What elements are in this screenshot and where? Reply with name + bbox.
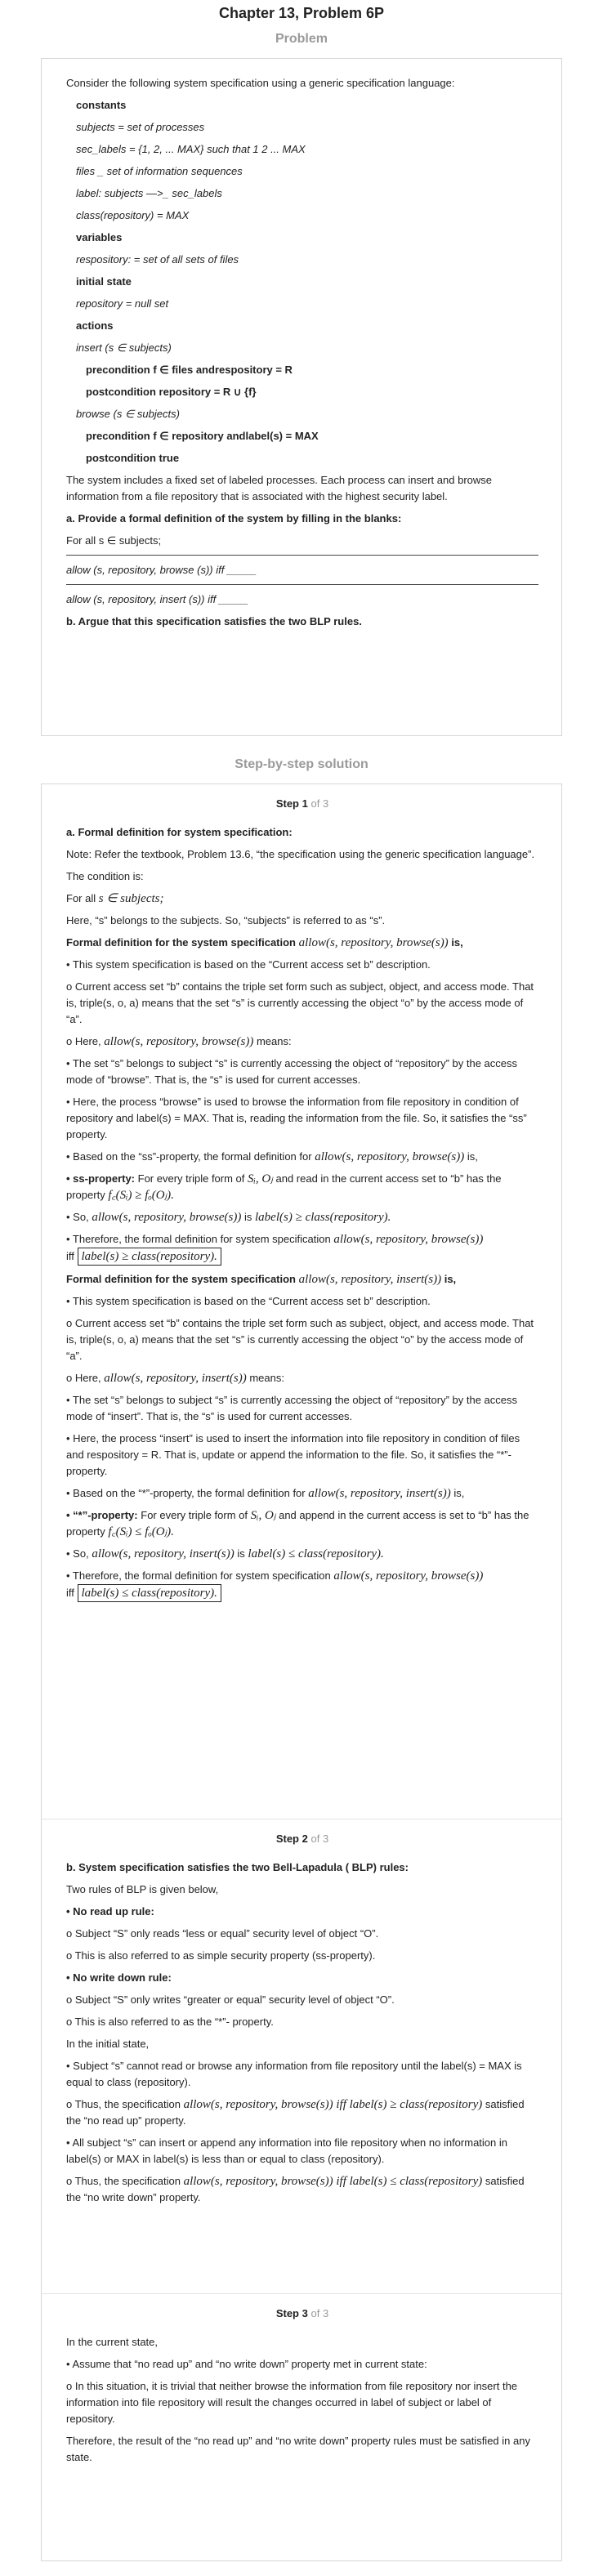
- so-insert: • So, allow(s, repository, insert(s)) is…: [66, 1547, 384, 1560]
- system-description: The system includes a fixed set of label…: [66, 474, 492, 502]
- part-a-prompt: a. Provide a formal definition of the sy…: [66, 512, 402, 525]
- insert-postcondition: postcondition repository = R ∪ {f}: [86, 386, 257, 398]
- browse-postcondition: postcondition true: [86, 452, 180, 464]
- def-browse: Formal definition for the system specifi…: [66, 936, 463, 949]
- files-line: files _ set of information sequences: [76, 165, 243, 177]
- bullet: o Current access set “b” contains the tr…: [66, 1317, 534, 1362]
- bullet: o Subject “S” only reads “less or equal”…: [66, 1927, 379, 1940]
- bullet: • Assume that “no read up” and “no write…: [66, 2358, 427, 2370]
- no-write-down: • No write down rule:: [66, 1971, 172, 1984]
- thus-write-down: o Thus, the specification allow(s, repos…: [66, 2175, 525, 2203]
- step-label: Step 2 of 3: [275, 1833, 329, 1845]
- condition: The condition is:: [66, 870, 144, 882]
- forall: For all s ∈ subjects;: [66, 892, 164, 905]
- blp-intro: Two rules of BLP is given below,: [66, 1883, 219, 1895]
- subjects-line: subjects = set of processes: [76, 121, 205, 133]
- ss-based: • Based on the “ss”-property, the formal…: [66, 1150, 478, 1163]
- forall-line: For all s ∈ subjects;: [66, 534, 162, 547]
- here-s: Here, “s” belongs to the subjects. So, “…: [66, 914, 386, 926]
- problem-panel: Consider the following system specificat…: [41, 58, 562, 736]
- current-state: In the current state,: [66, 2336, 159, 2348]
- step-2: Step 2 of 3 b. System specification sati…: [42, 1819, 561, 2293]
- note: Note: Refer the textbook, Problem 13.6, …: [66, 848, 535, 860]
- so-browse: • So, allow(s, repository, browse(s)) is…: [66, 1211, 391, 1224]
- bullet: o Subject “S” only writes “greater or eq…: [66, 1993, 395, 2006]
- step-3: Step 3 of 3 In the current state, • Assu…: [42, 2293, 561, 2560]
- thus-read-up: o Thus, the specification allow(s, repos…: [66, 2098, 525, 2127]
- divider: [66, 584, 538, 585]
- class-line: class(repository) = MAX: [76, 209, 190, 221]
- variables-label: variables: [76, 231, 123, 243]
- bullet: • The set “s” belongs to subject “s” is …: [66, 1394, 517, 1422]
- browse-line: browse (s ∈ subjects): [76, 408, 180, 420]
- divider: [66, 555, 538, 556]
- problem-intro: Consider the following system specificat…: [66, 77, 455, 89]
- step-label: Step 1 of 3: [275, 797, 329, 810]
- here-insert: o Here, allow(s, repository, insert(s)) …: [66, 1372, 284, 1385]
- bullet: • This system specification is based on …: [66, 958, 431, 971]
- insert-precondition: precondition f ∈ files andrespository = …: [86, 364, 293, 376]
- repository-line: repository = null set: [76, 297, 169, 310]
- bullet: o In this situation, it is trivial that …: [66, 2380, 518, 2425]
- step-label: Step 3 of 3: [275, 2307, 329, 2319]
- bullet: • Here, the process “browse” is used to …: [66, 1096, 527, 1141]
- def-insert: Formal definition for the system specifi…: [66, 1273, 457, 1286]
- sec-labels-line: sec_labels = {1, 2, ... MAX} such that 1…: [76, 143, 306, 155]
- star-based: • Based on the “*”-property, the formal …: [66, 1487, 465, 1500]
- star-property: • “*”-property: For every triple form of…: [66, 1509, 529, 1538]
- part-b-prompt: b. Argue that this specification satisfi…: [66, 615, 362, 627]
- conclusion: Therefore, the result of the “no read up…: [66, 2435, 530, 2463]
- bullet: o This is also referred to as the “*”- p…: [66, 2016, 274, 2028]
- bullet: • This system specification is based on …: [66, 1295, 431, 1307]
- problem-heading: Problem: [275, 32, 328, 46]
- ss-property: • ss-property: For every triple form of …: [66, 1172, 502, 1202]
- initial-state: In the initial state,: [66, 2038, 150, 2050]
- blank-browse: allow (s, repository, browse (s)) iff __…: [66, 564, 257, 576]
- bullet: • All subject “s” can insert or append a…: [66, 2136, 507, 2165]
- bullet: o Current access set “b” contains the tr…: [66, 980, 534, 1025]
- therefore-browse: • Therefore, the formal definition for s…: [66, 1231, 538, 1266]
- constants-label: constants: [76, 99, 127, 111]
- step1-heading: a. Formal definition for system specific…: [66, 826, 293, 838]
- bullet: o This is also referred to as simple sec…: [66, 1949, 376, 1962]
- actions-label: actions: [76, 319, 114, 332]
- answer-box: label(s) ≤ class(repository).: [77, 1584, 221, 1602]
- step-1: Step 1 of 3 a. Formal definition for sys…: [42, 784, 561, 1819]
- solution-panel: Step 1 of 3 a. Formal definition for sys…: [41, 784, 562, 2561]
- bullet: • Subject “s” cannot read or browse any …: [66, 2060, 522, 2088]
- step2-heading: b. System specification satisfies the tw…: [66, 1861, 409, 1873]
- initial-state-label: initial state: [76, 275, 132, 288]
- no-read-up: • No read up rule:: [66, 1905, 154, 1917]
- here-browse: o Here, allow(s, repository, browse(s)) …: [66, 1035, 292, 1048]
- label-line: label: subjects —>_ sec_labels: [76, 187, 222, 199]
- respository-line: respository: = set of all sets of files: [76, 253, 239, 266]
- browse-precondition: precondition f ∈ repository andlabel(s) …: [86, 430, 319, 442]
- bullet: • The set “s” belongs to subject “s” is …: [66, 1057, 517, 1086]
- blank-insert: allow (s, repository, insert (s)) iff __…: [66, 593, 248, 605]
- page-title: Chapter 13, Problem 6P: [218, 5, 385, 21]
- bullet: • Here, the process “insert” is used to …: [66, 1432, 520, 1477]
- answer-box: label(s) ≥ class(repository).: [77, 1248, 221, 1266]
- insert-line: insert (s ∈ subjects): [76, 342, 172, 354]
- solution-heading: Step-by-step solution: [234, 757, 368, 771]
- therefore-insert: • Therefore, the formal definition for s…: [66, 1568, 538, 1602]
